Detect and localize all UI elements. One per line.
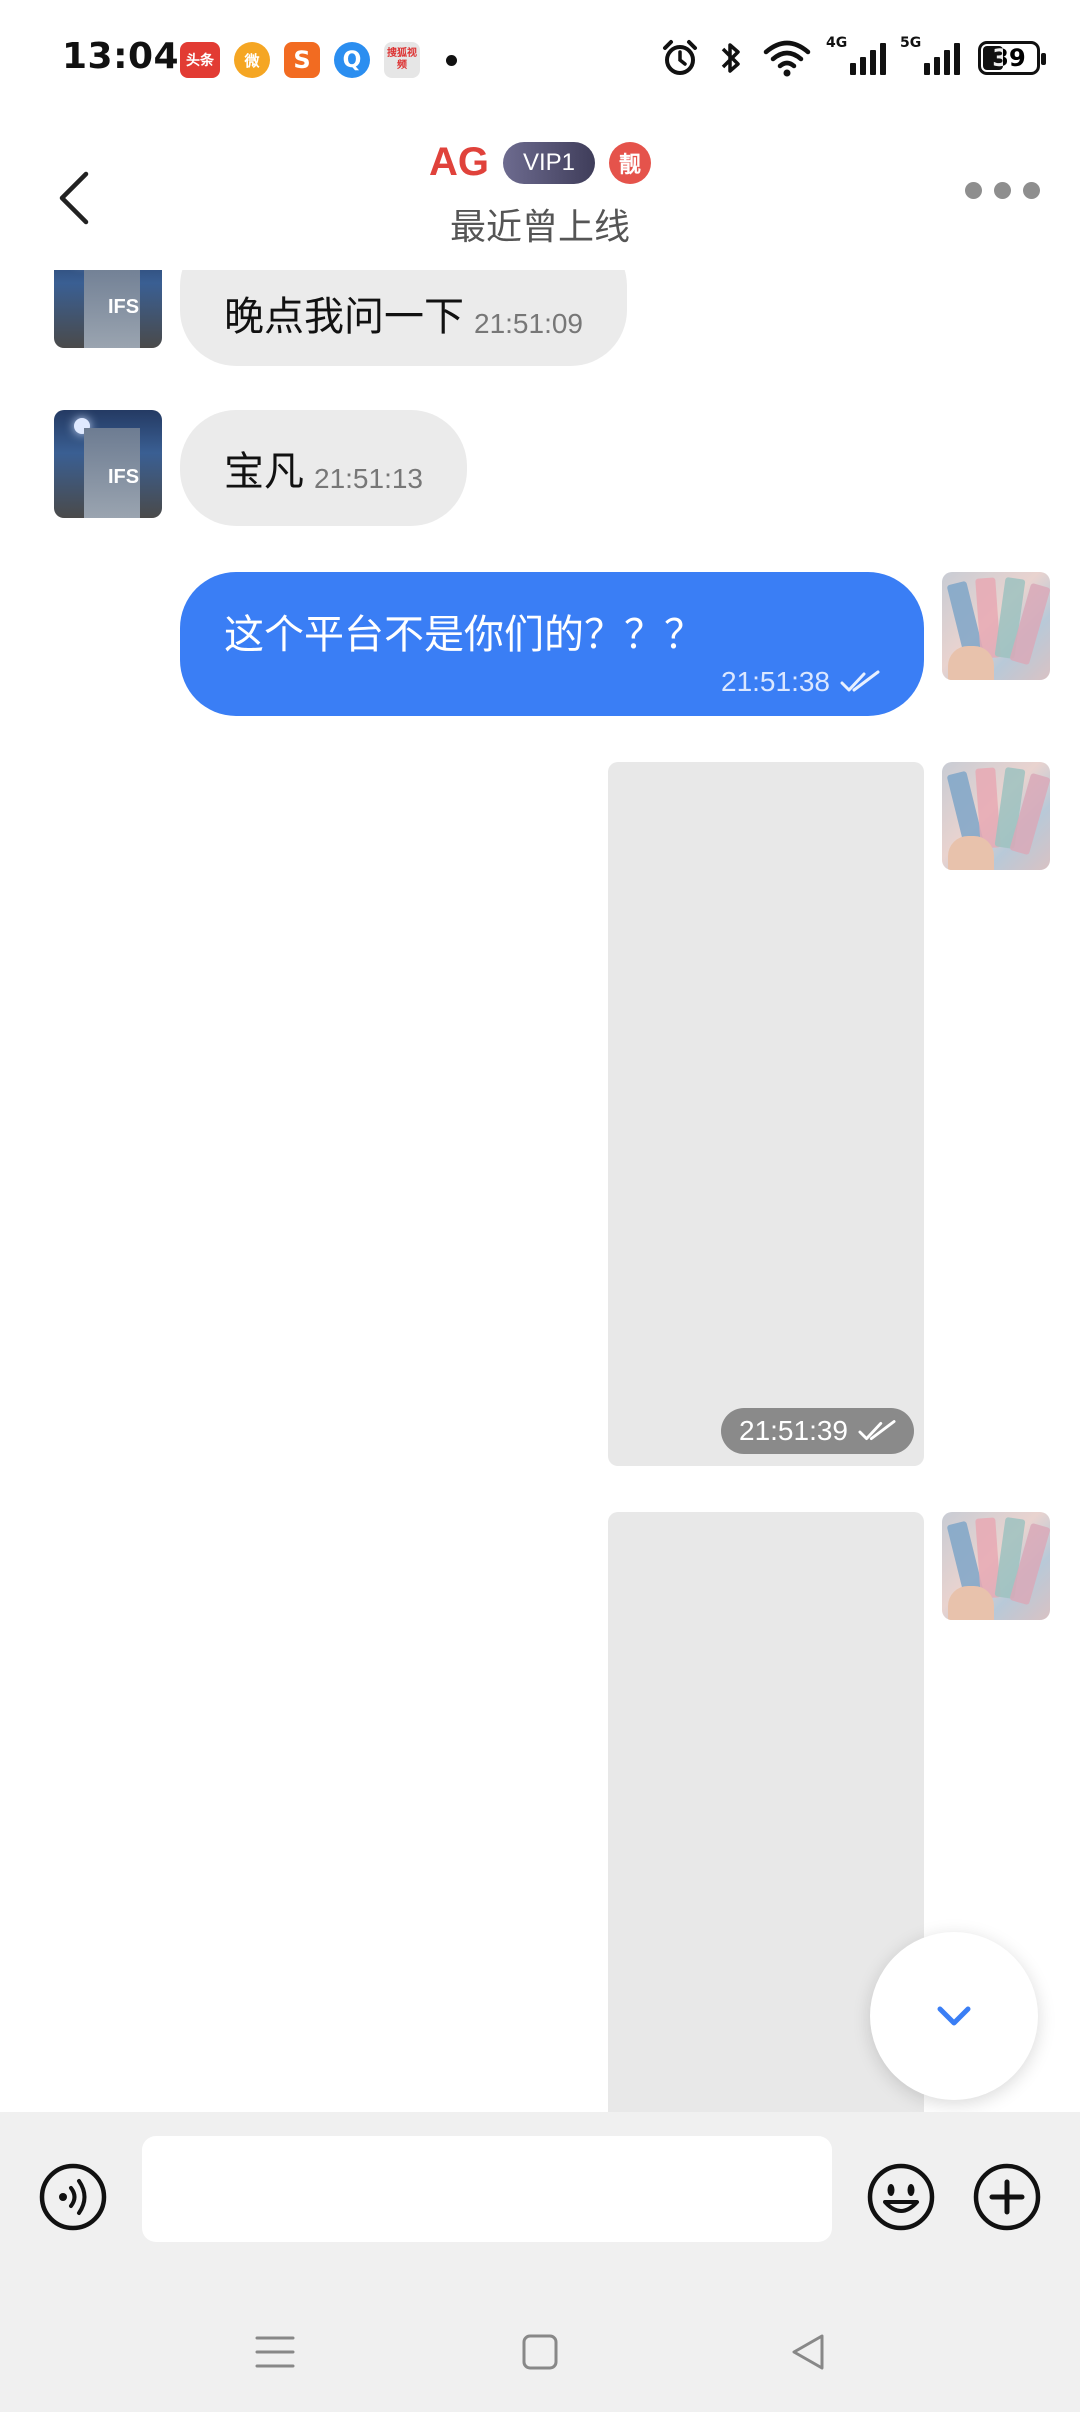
my-avatar[interactable] xyxy=(942,572,1050,680)
contact-avatar[interactable]: IFS xyxy=(54,270,162,348)
contact-name[interactable]: AG xyxy=(429,140,489,185)
signal-4g-icon: 4G xyxy=(826,35,886,75)
message-time: 21:51:13 xyxy=(314,463,423,494)
liang-badge: 靓 xyxy=(609,141,652,184)
more-actions-button[interactable] xyxy=(972,2162,1042,2232)
message-text: 这个平台不是你们的？？？ xyxy=(224,612,704,658)
status-time: 13:04 xyxy=(62,36,180,77)
signal-5g-icon: 5G xyxy=(900,35,960,75)
battery-level: 39 xyxy=(992,44,1026,72)
qq-browser-icon: Q xyxy=(334,42,370,78)
emoji-button[interactable] xyxy=(866,2162,936,2232)
voice-button[interactable] xyxy=(38,2162,108,2232)
menu-icon xyxy=(255,2336,295,2368)
chat-screen: 13:04 头条 微 S Q 搜狐视频 4G 5G 39 AG VIP1 靓 最… xyxy=(0,0,1080,2412)
title-row: AG VIP1 靓 xyxy=(0,140,1080,185)
read-check-icon xyxy=(858,1420,896,1441)
wifi-icon xyxy=(763,40,811,77)
message-text: 晚点我问一下 xyxy=(224,294,464,340)
chevron-down-icon xyxy=(937,2006,971,2026)
message-bubble-incoming[interactable]: 宝凡 21:51:13 xyxy=(180,410,467,526)
message-meta: 21:51:38 xyxy=(224,666,880,698)
image-message[interactable]: 21:51:39 xyxy=(608,762,924,1466)
message-list[interactable]: IFS 晚点我问一下 21:51:09 IFS 宝凡 21:51:13 这个平台… xyxy=(0,270,1080,2112)
chat-header: AG VIP1 靓 最近曾上线 xyxy=(0,120,1080,270)
read-check-icon xyxy=(840,670,880,692)
smiley-icon xyxy=(867,2163,935,2231)
contact-avatar[interactable]: IFS xyxy=(54,410,162,518)
my-avatar[interactable] xyxy=(942,762,1050,870)
message-bubble-incoming[interactable]: 晚点我问一下 21:51:09 xyxy=(180,270,627,366)
message-time: 21:51:39 xyxy=(739,1415,848,1446)
more-notifications-dot xyxy=(446,54,457,66)
sogou-icon: S xyxy=(284,42,320,78)
message-time: 21:51:38 xyxy=(721,666,830,697)
more-dot-icon xyxy=(994,182,1011,199)
message-bubble-outgoing[interactable]: 这个平台不是你们的？？？ 21:51:38 xyxy=(180,572,924,716)
status-bar: 13:04 头条 微 S Q 搜狐视频 4G 5G 39 xyxy=(0,0,1080,120)
message-text: 宝凡 xyxy=(224,449,304,495)
recent-apps-button[interactable] xyxy=(245,2322,305,2382)
home-button[interactable] xyxy=(510,2322,570,2382)
voice-icon xyxy=(39,2163,107,2231)
more-options-button[interactable] xyxy=(965,182,1040,199)
message-time: 21:51:09 xyxy=(474,308,583,339)
more-dot-icon xyxy=(1023,182,1040,199)
my-avatar[interactable] xyxy=(942,1512,1050,1620)
weibo-icon: 微 xyxy=(234,42,270,78)
battery-icon: 39 xyxy=(978,41,1046,75)
input-bar xyxy=(0,2112,1080,2282)
more-dot-icon xyxy=(965,182,982,199)
bluetooth-icon xyxy=(721,43,740,73)
plus-icon xyxy=(973,2163,1041,2231)
scroll-to-bottom-button[interactable] xyxy=(870,1932,1038,2100)
notification-icons: 头条 微 S Q 搜狐视频 xyxy=(180,42,457,78)
online-status: 最近曾上线 xyxy=(449,207,630,248)
system-icons: 4G 5G 39 xyxy=(660,35,1046,78)
system-nav-bar xyxy=(0,2282,1080,2412)
sohu-video-icon: 搜狐视频 xyxy=(384,42,420,78)
image-time-badge: 21:51:39 xyxy=(721,1408,914,1454)
message-input[interactable] xyxy=(142,2136,832,2242)
triangle-back-icon xyxy=(792,2334,824,2370)
toutiao-icon: 头条 xyxy=(180,42,220,78)
alarm-icon xyxy=(663,40,697,75)
square-icon xyxy=(522,2334,558,2370)
vip-badge: VIP1 xyxy=(502,141,596,184)
back-nav-button[interactable] xyxy=(778,2322,838,2382)
